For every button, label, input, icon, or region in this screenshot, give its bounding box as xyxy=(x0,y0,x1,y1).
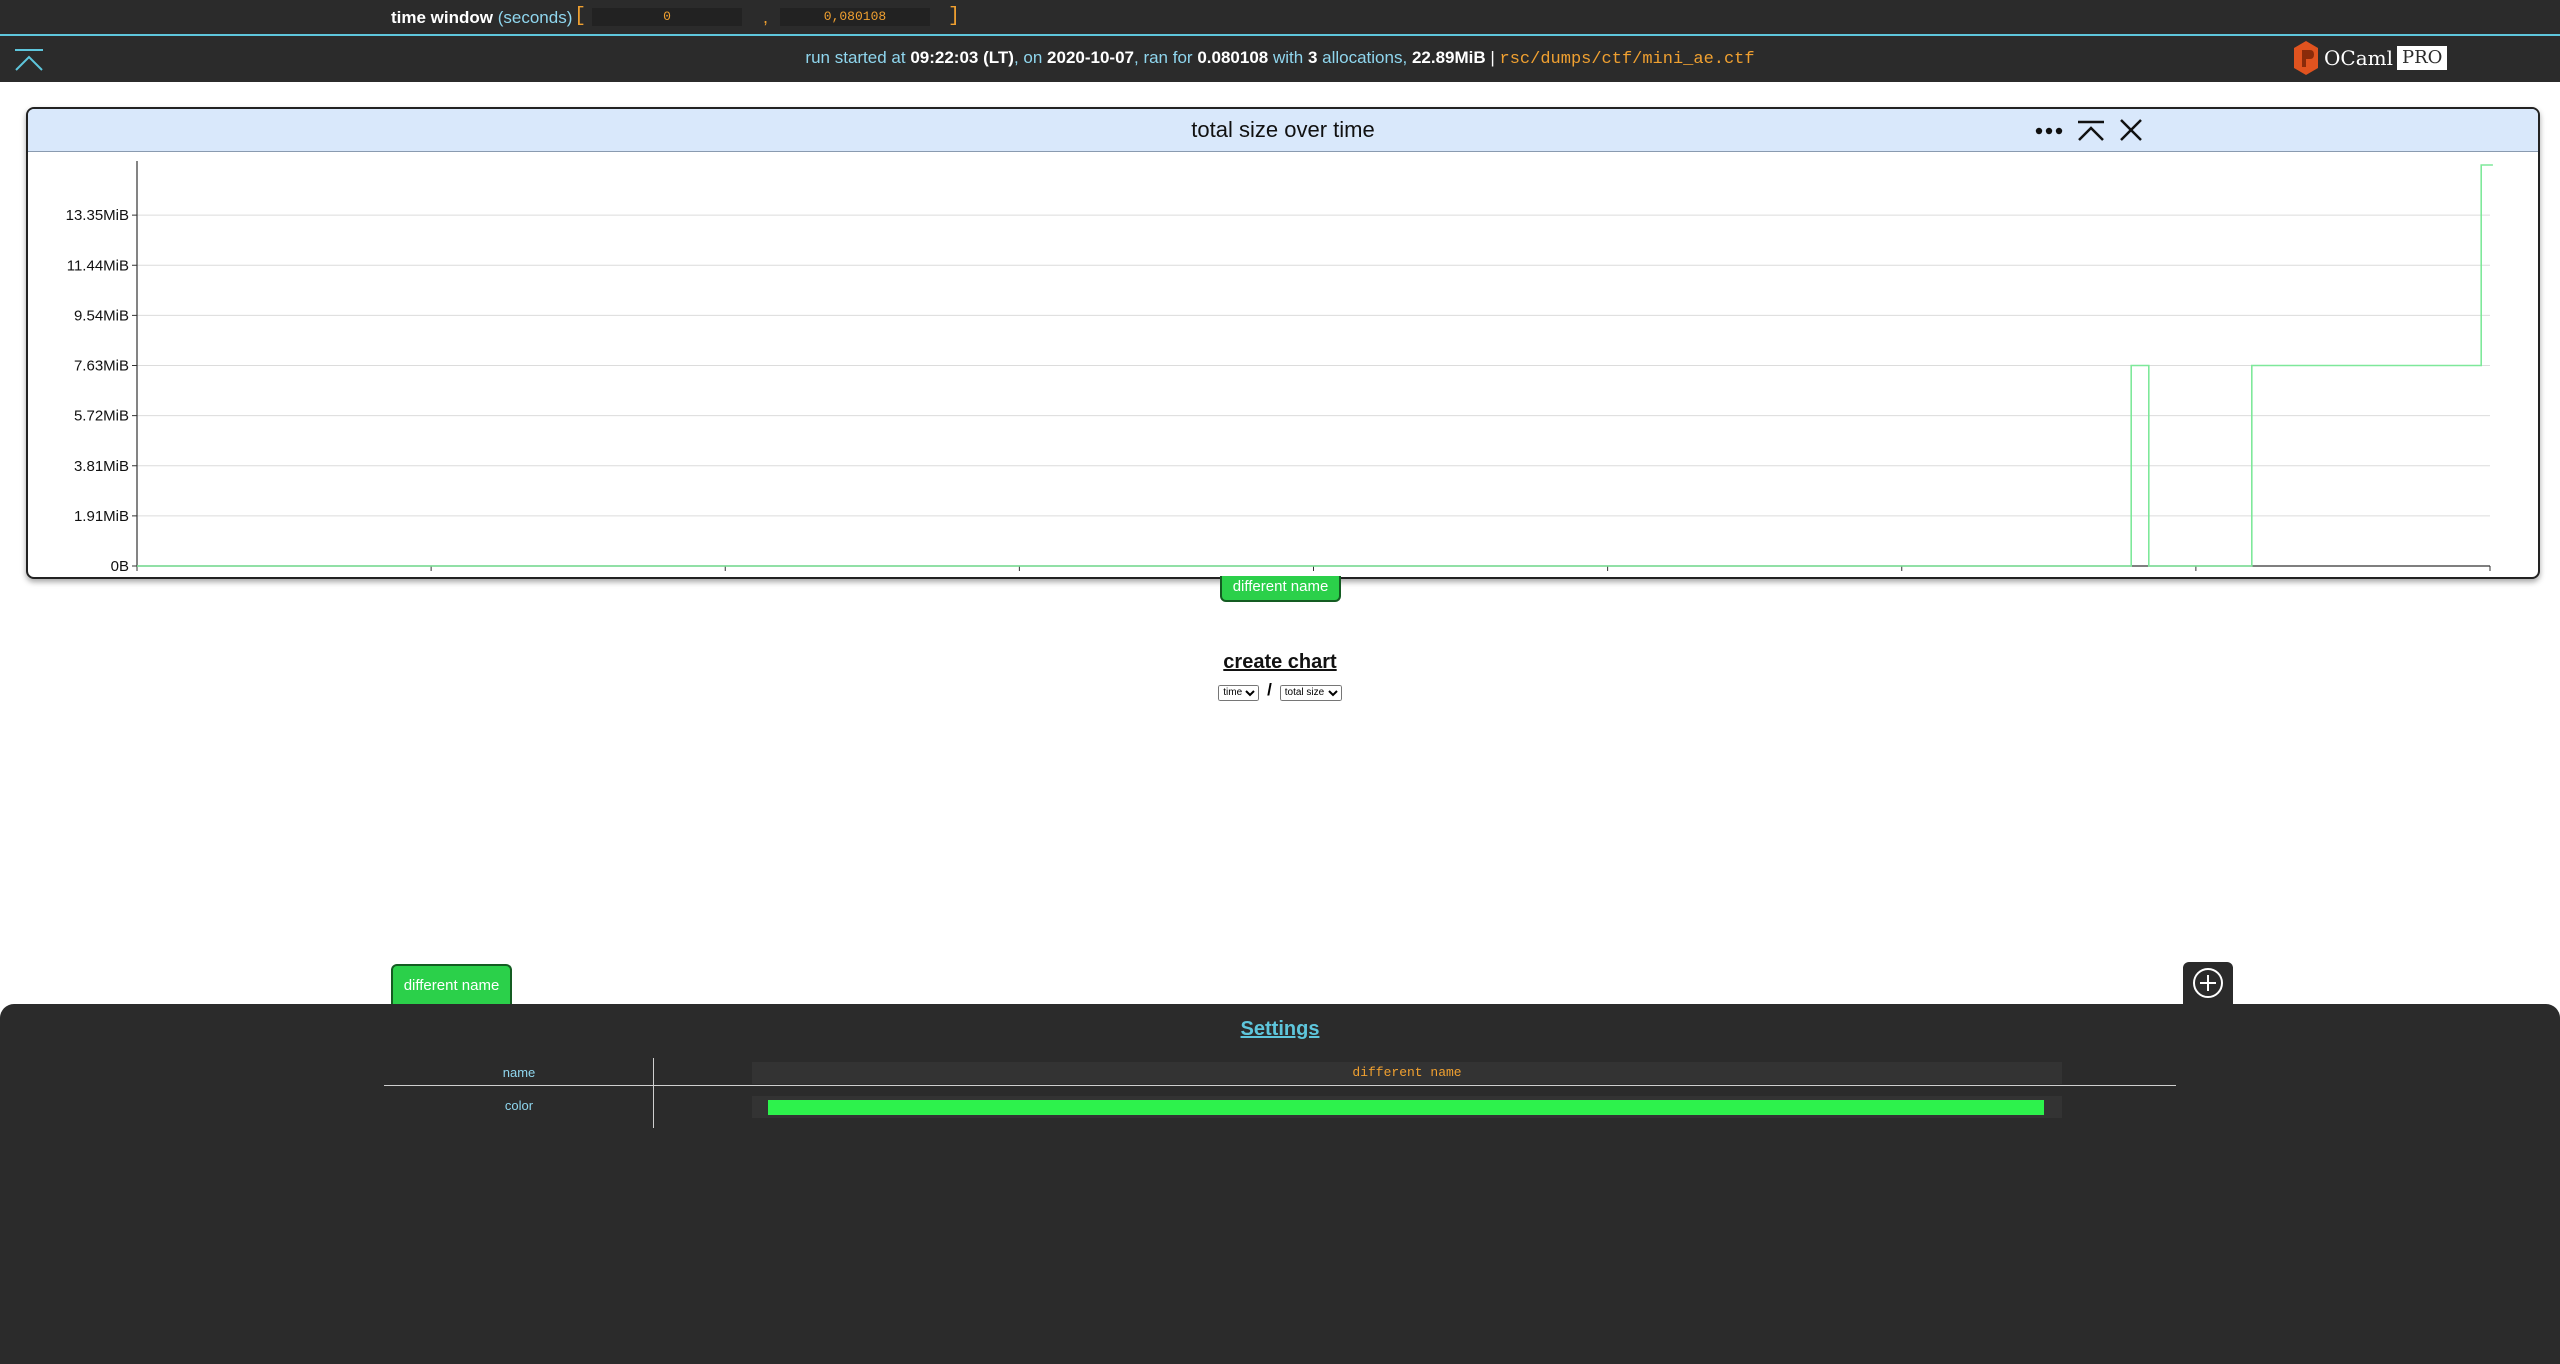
run-alloc-count: 3 xyxy=(1307,48,1318,67)
run-on-label: , on xyxy=(1013,48,1043,67)
chart-legend-item[interactable]: different name xyxy=(1220,576,1341,602)
y-tick-label: 0B xyxy=(111,558,129,573)
dump-file-path: rsc/dumps/ctf/mini_ae.ctf xyxy=(1499,50,1755,69)
settings-title[interactable]: Settings xyxy=(0,1018,2560,1041)
y-axis-select[interactable]: total size xyxy=(1279,684,1342,701)
y-tick-label: 13.35MiB xyxy=(66,207,129,224)
ocamlpro-logo-icon xyxy=(2294,41,2318,75)
time-window-unit: (seconds) xyxy=(497,8,573,27)
run-total-size: 22.89MiB xyxy=(1411,48,1486,67)
ocaml-logo-text: OCaml xyxy=(2324,46,2393,70)
time-window-end-input[interactable]: 0,080108 xyxy=(780,8,930,26)
open-bracket: [ xyxy=(574,5,587,28)
create-chart-controls: time / total size xyxy=(0,680,2560,701)
settings-row-divider xyxy=(384,1085,2176,1086)
run-info-text: run started at 09:22:03 (LT), on 2020-10… xyxy=(0,48,2560,69)
add-series-button[interactable] xyxy=(2183,962,2233,1004)
run-with-label: with xyxy=(1272,48,1304,67)
time-window-bar: time window (seconds) [ 0 , 0,080108 ] xyxy=(0,0,2560,36)
run-start-time: 09:22:03 (LT) xyxy=(910,48,1014,67)
run-ran-label: , ran for xyxy=(1134,48,1193,67)
settings-divider xyxy=(653,1058,654,1128)
y-tick-label: 5.72MiB xyxy=(74,408,129,425)
chart-header: total size over time xyxy=(28,109,2538,152)
axis-separator: / xyxy=(1267,680,1272,699)
series-name-input[interactable]: different name xyxy=(752,1062,2062,1084)
ocamlpro-logo: OCaml PRO xyxy=(2292,40,2448,76)
chart-more-button[interactable] xyxy=(2034,117,2064,143)
setting-name-label: name xyxy=(502,1065,536,1080)
y-tick-label: 3.81MiB xyxy=(74,458,129,475)
pro-logo-badge: PRO xyxy=(2396,46,2448,70)
close-icon xyxy=(2120,119,2142,141)
run-alloc-label: allocations, xyxy=(1322,48,1408,67)
setting-color-label: color xyxy=(504,1098,534,1113)
series-color-field[interactable] xyxy=(752,1096,2062,1118)
time-window-title: time window xyxy=(391,8,493,27)
time-window-start-input[interactable]: 0 xyxy=(592,8,742,26)
series-tab[interactable]: different name xyxy=(391,964,512,1006)
total-size-chart: 0B 1.91MiB 3.81MiB 5.72MiB 7.63MiB 9.54MiB 11.… xyxy=(66,161,2493,573)
create-chart-title[interactable]: create chart xyxy=(0,651,2560,674)
y-tick-label: 7.63MiB xyxy=(74,358,129,375)
y-tick-label: 1.91MiB xyxy=(74,508,129,525)
close-bracket: ] xyxy=(948,5,961,28)
y-tick-label: 9.54MiB xyxy=(74,307,129,324)
chart-collapse-button[interactable] xyxy=(2076,117,2106,143)
x-axis-select[interactable]: time xyxy=(1218,684,1260,701)
time-window-label: time window (seconds) xyxy=(391,8,572,28)
run-started-label: run started at xyxy=(805,48,906,67)
collapse-up-icon xyxy=(2078,120,2104,141)
chart-panel: total size over time 0B 1.91MiB 3.81MiB 5.7… xyxy=(26,107,2540,579)
run-duration: 0.080108 xyxy=(1197,48,1269,67)
time-window-comma: , xyxy=(763,7,769,27)
chart-title: total size over time xyxy=(1191,117,1375,142)
plus-circle-icon xyxy=(2193,968,2223,998)
run-date: 2020-10-07 xyxy=(1047,48,1134,67)
run-separator: | xyxy=(1490,48,1495,67)
chart-close-button[interactable] xyxy=(2116,117,2146,143)
more-dots-icon xyxy=(2035,127,2063,135)
chart-tick-labels: 0B 1.91MiB 3.81MiB 5.72MiB 7.63MiB 9.54MiB 11.… xyxy=(66,207,129,573)
series-color-swatch[interactable] xyxy=(768,1100,2044,1115)
y-tick-label: 11.44MiB xyxy=(67,257,129,274)
settings-panel: Settings name color xyxy=(0,1004,2560,1364)
